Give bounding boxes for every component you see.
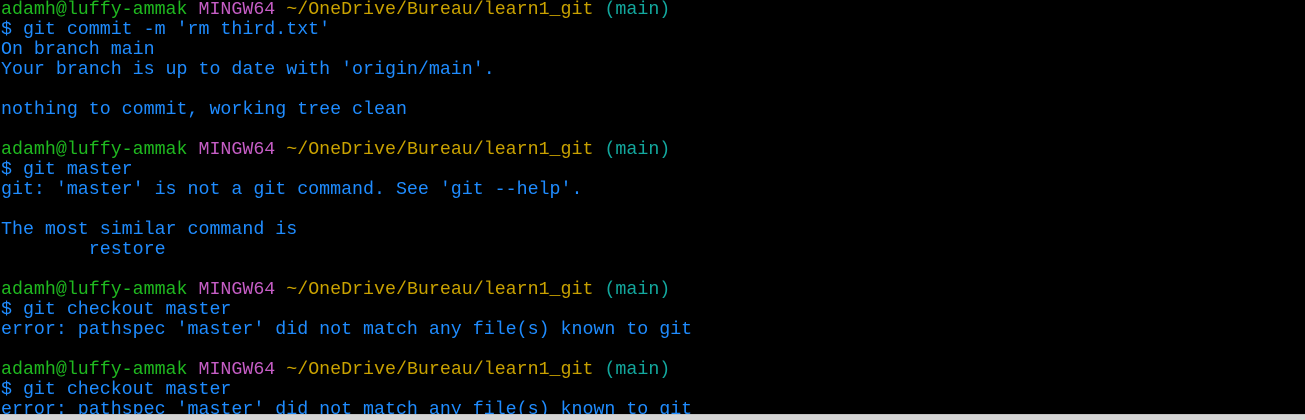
terminal-line-output: error: pathspec 'master' did not match a… [1, 400, 1301, 414]
terminal-line-prompt: adamh@luffy-ammak MINGW64 ~/OneDrive/Bur… [1, 140, 1301, 160]
terminal-line-command: $ git checkout master [1, 300, 1301, 320]
terminal-line-command: $ git commit -m 'rm third.txt' [1, 20, 1301, 40]
terminal-line-output: On branch main [1, 40, 1301, 60]
terminal-line-prompt: adamh@luffy-ammak MINGW64 ~/OneDrive/Bur… [1, 280, 1301, 300]
terminal-line-output: git: 'master' is not a git command. See … [1, 180, 1301, 200]
prompt-branch: (main) [604, 140, 671, 160]
prompt-user-host: adamh@luffy-ammak [1, 140, 188, 160]
prompt-system: MINGW64 [198, 0, 276, 20]
command-text: $ git checkout master [1, 300, 232, 320]
prompt-user-host: adamh@luffy-ammak [1, 360, 188, 380]
prompt-user-host: adamh@luffy-ammak [1, 280, 188, 300]
command-text: $ git checkout master [1, 380, 232, 400]
output-text: error: pathspec 'master' did not match a… [1, 400, 693, 414]
prompt-path: ~/OneDrive/Bureau/learn1_git [286, 140, 594, 160]
prompt-branch: (main) [604, 0, 671, 20]
terminal-line-output: The most similar command is [1, 220, 1301, 240]
output-text: error: pathspec 'master' did not match a… [1, 320, 693, 340]
output-text: restore [1, 240, 166, 260]
terminal-line-command: $ git master [1, 160, 1301, 180]
terminal-output[interactable]: adamh@luffy-ammak MINGW64 ~/OneDrive/Bur… [1, 0, 1301, 414]
prompt-path: ~/OneDrive/Bureau/learn1_git [286, 0, 594, 20]
output-text: Your branch is up to date with 'origin/m… [1, 60, 495, 80]
prompt-branch: (main) [604, 280, 671, 300]
terminal-line-prompt: adamh@luffy-ammak MINGW64 ~/OneDrive/Bur… [1, 360, 1301, 380]
terminal-line-output: nothing to commit, working tree clean [1, 100, 1301, 120]
terminal-line-output: Your branch is up to date with 'origin/m… [1, 60, 1301, 80]
prompt-user-host: adamh@luffy-ammak [1, 0, 188, 20]
command-text: $ git master [1, 160, 133, 180]
output-text: On branch main [1, 40, 155, 60]
output-text: nothing to commit, working tree clean [1, 100, 407, 120]
prompt-system: MINGW64 [198, 360, 276, 380]
output-text: git: 'master' is not a git command. See … [1, 180, 583, 200]
terminal-line-command: $ git checkout master [1, 380, 1301, 400]
output-text: The most similar command is [1, 220, 298, 240]
command-text: $ git commit -m 'rm third.txt' [1, 20, 331, 40]
prompt-path: ~/OneDrive/Bureau/learn1_git [286, 360, 594, 380]
prompt-path: ~/OneDrive/Bureau/learn1_git [286, 280, 594, 300]
terminal-line-output: restore [1, 240, 1301, 260]
prompt-system: MINGW64 [198, 280, 276, 300]
terminal-line-prompt: adamh@luffy-ammak MINGW64 ~/OneDrive/Bur… [1, 0, 1301, 20]
prompt-branch: (main) [604, 360, 671, 380]
prompt-system: MINGW64 [198, 140, 276, 160]
terminal-line-output: error: pathspec 'master' did not match a… [1, 320, 1301, 340]
horizontal-scrollbar[interactable] [0, 414, 1305, 420]
